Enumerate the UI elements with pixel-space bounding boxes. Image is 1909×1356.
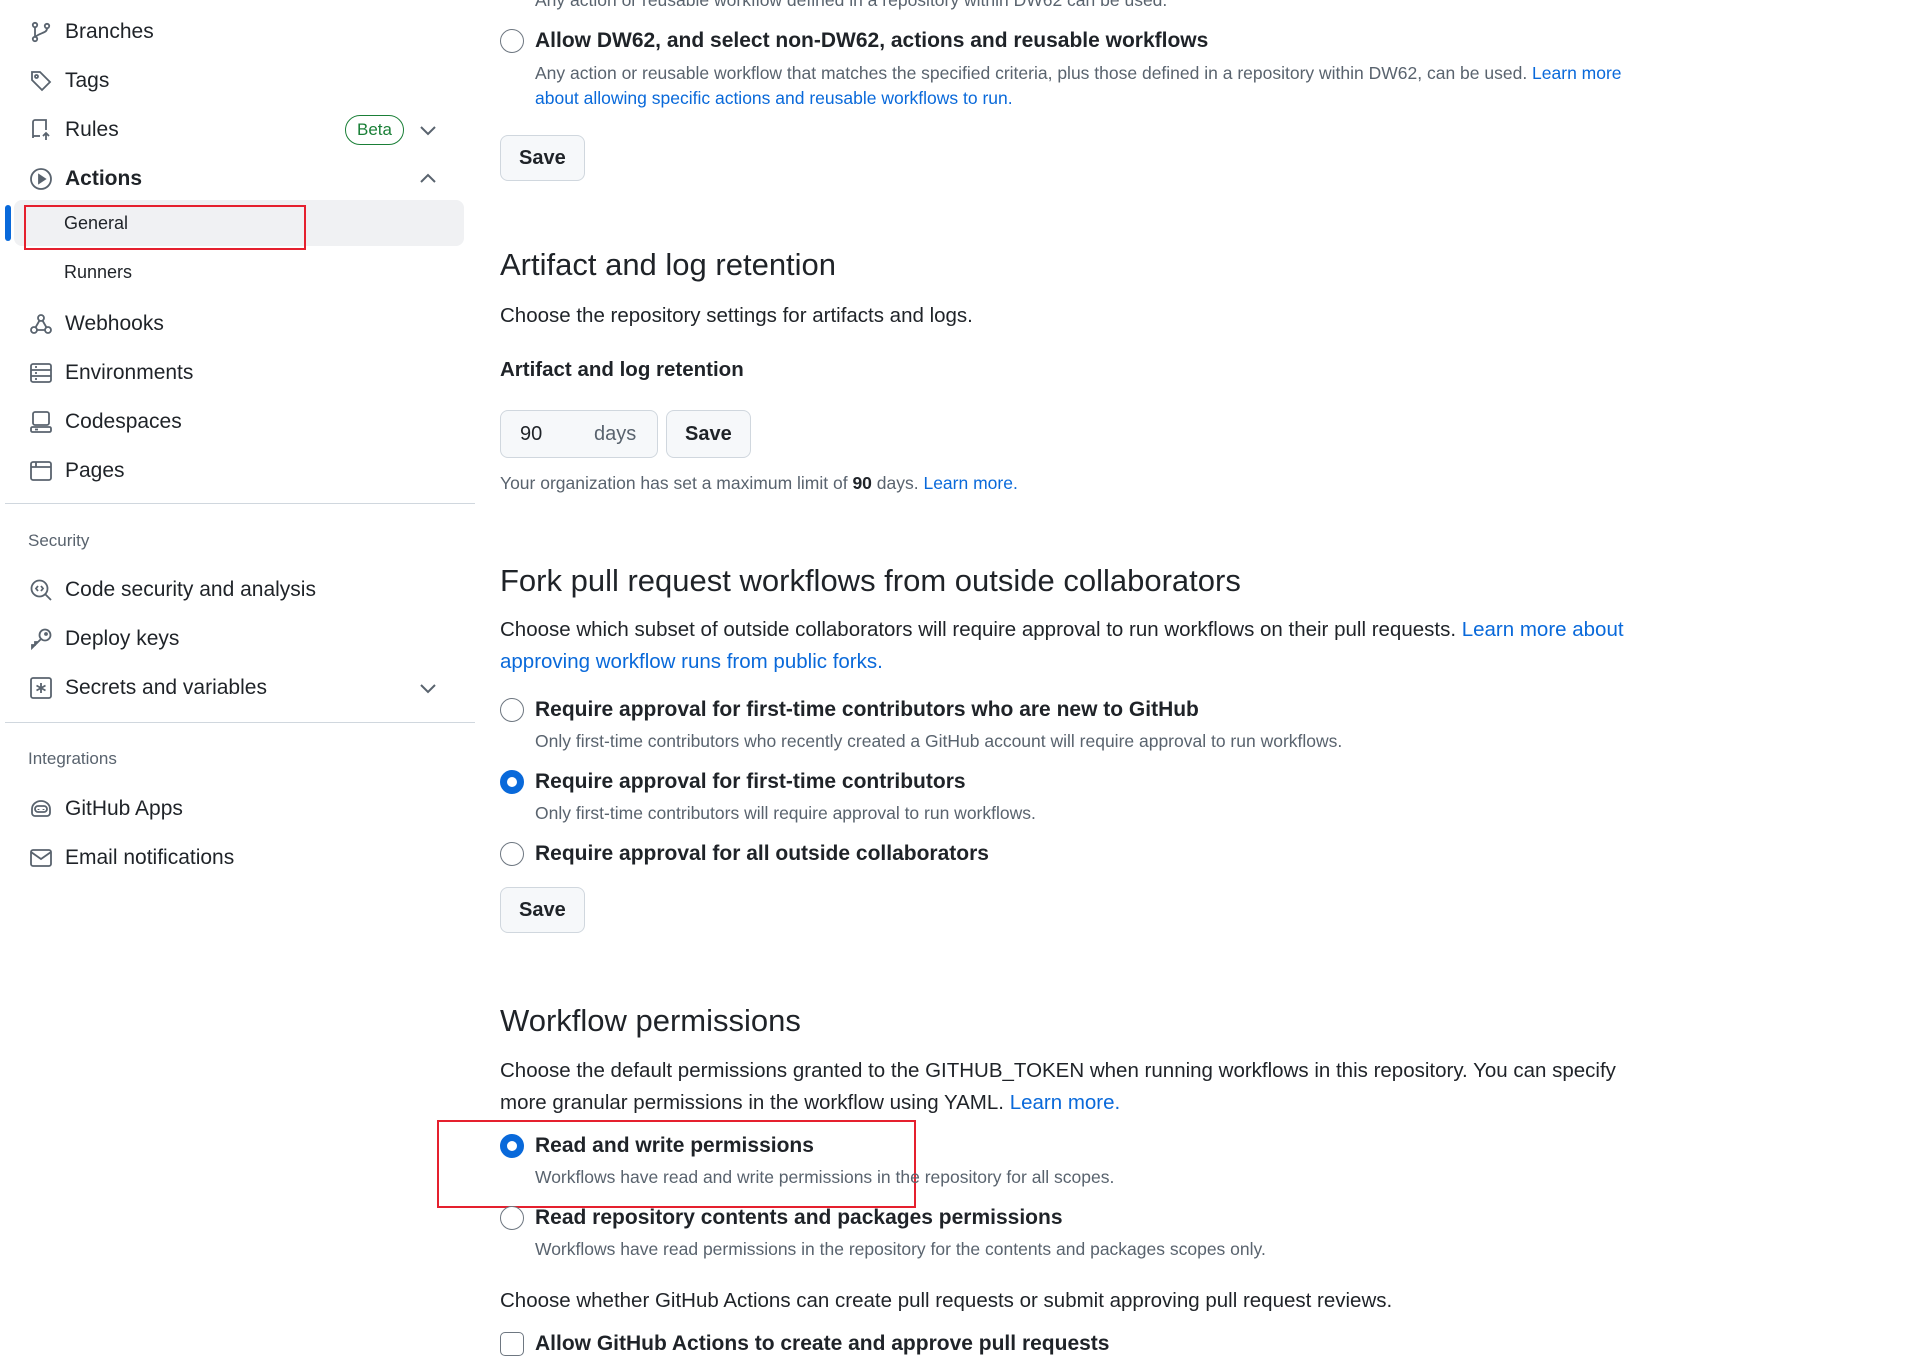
save-button[interactable]: Save	[666, 410, 751, 458]
workflow-permissions-description: Choose the default permissions granted t…	[500, 1055, 1660, 1119]
active-indicator	[5, 205, 11, 241]
sidebar-item-code-security[interactable]: Code security and analysis	[14, 567, 464, 613]
asterisk-square-icon	[28, 675, 54, 701]
server-icon	[28, 360, 54, 386]
sidebar-item-label: Branches	[65, 20, 154, 43]
allow-select-actions-radio[interactable]	[500, 29, 524, 53]
sidebar-item-label: Codespaces	[65, 410, 182, 433]
option-description: Workflows have read and write permission…	[535, 1167, 1115, 1187]
sidebar-item-github-apps[interactable]: GitHub Apps	[14, 786, 464, 832]
highlight-box-general	[24, 205, 306, 250]
sidebar-divider	[5, 722, 475, 723]
sidebar-item-label: Deploy keys	[65, 627, 180, 650]
sidebar-item-email-notifications[interactable]: Email notifications	[14, 835, 464, 881]
sidebar-item-webhooks[interactable]: Webhooks	[14, 301, 464, 347]
sidebar-divider	[5, 503, 475, 504]
sidebar-item-secrets[interactable]: Secrets and variables	[14, 665, 464, 711]
play-circle-icon	[28, 166, 54, 192]
artifact-retention-heading: Artifact and log retention	[500, 247, 837, 282]
read-write-permissions-radio[interactable]	[500, 1134, 524, 1158]
security-group-title: Security	[28, 531, 90, 550]
option-description: Only first-time contributors who recentl…	[535, 731, 1343, 751]
codescan-icon	[28, 577, 54, 603]
repo-push-icon	[28, 117, 54, 143]
chevron-down-icon[interactable]	[418, 120, 438, 140]
sidebar-item-tags[interactable]: Tags	[14, 58, 464, 104]
mail-icon	[28, 845, 54, 871]
sidebar-item-label: Actions	[65, 167, 143, 190]
limit-value: 90	[852, 473, 872, 493]
note-text: Your organization has set a maximum limi…	[500, 473, 853, 493]
read-contents-permissions-radio[interactable]	[500, 1206, 524, 1230]
note-text: days.	[871, 473, 924, 493]
tag-icon	[28, 68, 54, 94]
save-button[interactable]: Save	[500, 887, 585, 933]
option-title: Require approval for first-time contribu…	[535, 770, 966, 793]
artifact-retention-description: Choose the repository settings for artif…	[500, 304, 973, 327]
copilot-apps-icon	[28, 796, 54, 822]
option-description: Only first-time contributors will requir…	[535, 803, 1036, 823]
pr-approval-description: Choose whether GitHub Actions can create…	[500, 1289, 1393, 1312]
option-description: Any action or reusable workflow defined …	[535, 0, 1168, 10]
settings-sidebar: Branches Tags Rules Beta Actions General…	[0, 0, 478, 1343]
days-unit: days	[594, 422, 637, 445]
allow-create-approve-pr-checkbox[interactable]	[500, 1332, 524, 1356]
require-new-to-github-radio[interactable]	[500, 698, 524, 722]
option-title: Require approval for first-time contribu…	[535, 698, 1199, 721]
option-title: Allow DW62, and select non-DW62, actions…	[535, 29, 1209, 52]
sidebar-item-environments[interactable]: Environments	[14, 350, 464, 396]
option-description-text: Any action or reusable workflow that mat…	[535, 63, 1533, 83]
integrations-group-title: Integrations	[28, 749, 117, 768]
actions-general-settings: Any action or reusable workflow defined …	[500, 0, 1680, 1356]
option-description: Workflows have read permissions in the r…	[535, 1239, 1266, 1259]
option-title: Require approval for all outside collabo…	[535, 842, 989, 865]
browser-icon	[28, 458, 54, 484]
artifact-retention-label: Artifact and log retention	[500, 358, 744, 381]
retention-days-input[interactable]	[518, 421, 582, 447]
chevron-down-icon[interactable]	[418, 678, 438, 698]
sidebar-item-pages[interactable]: Pages	[14, 448, 464, 494]
option-title: Read and write permissions	[535, 1134, 814, 1157]
retention-days-field: days	[500, 410, 658, 458]
fork-workflows-description: Choose which subset of outside collabora…	[500, 614, 1660, 678]
sidebar-item-branches[interactable]: Branches	[14, 9, 464, 55]
require-all-outside-radio[interactable]	[500, 842, 524, 866]
workflow-permissions-heading: Workflow permissions	[500, 1003, 801, 1038]
sidebar-item-label: GitHub Apps	[65, 797, 183, 820]
fork-workflows-heading: Fork pull request workflows from outside…	[500, 563, 1241, 598]
save-button[interactable]: Save	[500, 135, 585, 181]
sidebar-item-runners[interactable]: Runners	[14, 249, 464, 295]
learn-more-link[interactable]: Learn more.	[1010, 1091, 1121, 1114]
codespaces-icon	[28, 409, 54, 435]
webhook-icon	[28, 311, 54, 337]
sidebar-item-label: Pages	[65, 459, 125, 482]
sidebar-item-deploy-keys[interactable]: Deploy keys	[14, 616, 464, 662]
sidebar-item-label: Environments	[65, 361, 194, 384]
sidebar-item-actions[interactable]: Actions	[14, 156, 464, 202]
sidebar-item-codespaces[interactable]: Codespaces	[14, 399, 464, 445]
learn-more-link[interactable]: Learn more.	[923, 473, 1017, 493]
description-text: Choose which subset of outside collabora…	[500, 618, 1462, 641]
sidebar-item-label: Secrets and variables	[65, 676, 267, 699]
option-title: Read repository contents and packages pe…	[535, 1206, 1063, 1229]
sidebar-item-rules[interactable]: Rules Beta	[14, 107, 464, 153]
chevron-up-icon[interactable]	[418, 169, 438, 189]
retention-limit-note: Your organization has set a maximum limi…	[500, 471, 1018, 496]
sidebar-item-label: Runners	[64, 261, 133, 282]
sidebar-item-label: Code security and analysis	[65, 578, 316, 601]
key-icon	[28, 626, 54, 652]
sidebar-item-label: Webhooks	[65, 312, 164, 335]
sidebar-item-label: Rules	[65, 118, 119, 141]
option-description: Any action or reusable workflow that mat…	[535, 61, 1670, 111]
sidebar-item-label: Email notifications	[65, 846, 235, 869]
checkbox-label: Allow GitHub Actions to create and appro…	[535, 1332, 1110, 1355]
require-first-time-radio[interactable]	[500, 770, 524, 794]
sidebar-item-label: Tags	[65, 69, 110, 92]
git-branch-icon	[28, 19, 54, 45]
beta-badge: Beta	[345, 115, 404, 145]
